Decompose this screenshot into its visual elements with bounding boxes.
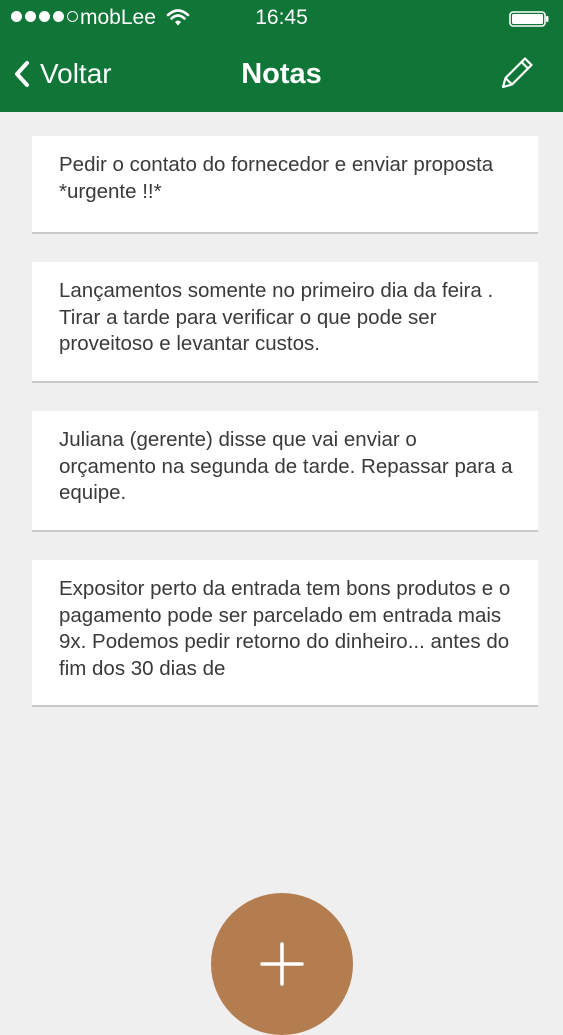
page-title: Notas	[241, 58, 322, 90]
note-card[interactable]: Lançamentos somente no primeiro dia da f…	[32, 262, 538, 383]
status-bar: mobLee 16:45	[0, 0, 563, 36]
pencil-icon[interactable]	[498, 54, 536, 92]
plus-icon	[260, 942, 304, 986]
add-note-button[interactable]	[211, 893, 353, 1035]
notes-list: Pedir o contato do fornecedor e enviar p…	[32, 136, 538, 735]
battery-icon	[509, 11, 549, 27]
note-text: Lançamentos somente no primeiro dia da f…	[59, 279, 494, 355]
note-text: Pedir o contato do fornecedor e enviar p…	[59, 153, 494, 203]
status-time: 16:45	[255, 6, 308, 29]
note-card[interactable]: Juliana (gerente) disse que vai enviar o…	[32, 411, 538, 532]
note-card[interactable]: Pedir o contato do fornecedor e enviar p…	[32, 136, 538, 234]
note-text: Juliana (gerente) disse que vai enviar o…	[59, 428, 513, 504]
note-text: Expositor perto da entrada tem bons prod…	[59, 577, 511, 680]
note-card[interactable]: Expositor perto da entrada tem bons prod…	[32, 560, 538, 707]
navigation-bar: Voltar Notas	[0, 36, 563, 112]
app-header: mobLee 16:45 Voltar Notas	[0, 0, 563, 112]
